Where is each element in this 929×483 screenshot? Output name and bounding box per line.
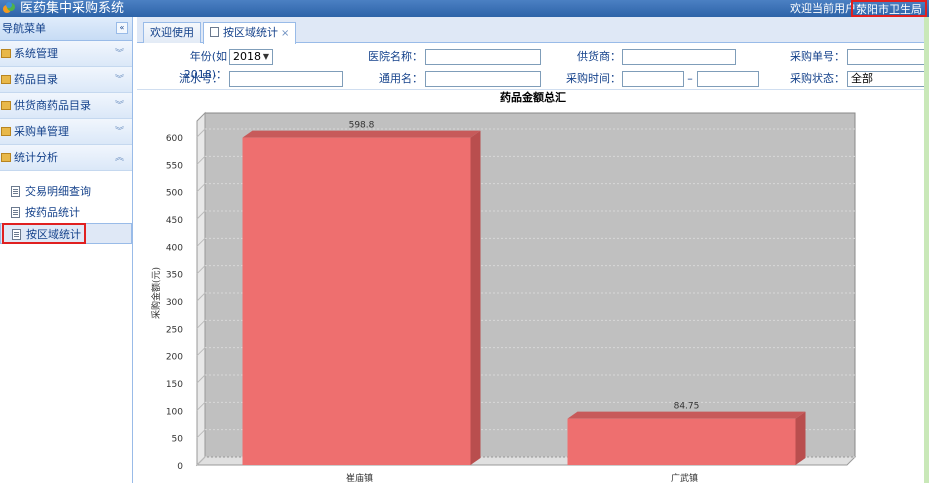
tab-by-region[interactable]: 按区域统计 × [203, 22, 297, 44]
folder-icon [1, 127, 11, 136]
app-logo-icon [3, 2, 15, 13]
app-header: 医药集中采购系统 欢迎当前用户： 荥阳市卫生局 [0, 0, 929, 17]
y-tick-label: 250 [166, 325, 183, 335]
bar [242, 137, 471, 465]
bar-top [242, 130, 481, 138]
purchase-time-label: 采购时间： [566, 72, 621, 85]
right-edge-strip [924, 17, 929, 483]
tab-welcome[interactable]: 欢迎使用 [143, 22, 201, 43]
bar-side [795, 411, 806, 465]
search-form: 年份(如2018)： 2018 医院名称： 供货商： 采购单号： 流水号： 通用… [137, 44, 929, 90]
y-tick-label: 50 [172, 435, 184, 445]
document-icon [12, 229, 21, 240]
generic-name-label: 通用名： [379, 72, 423, 85]
bar-value-label: 598.8 [349, 121, 375, 131]
serial-input[interactable] [229, 71, 343, 87]
y-tick-label: 450 [166, 216, 183, 226]
menu-section-supplier-catalog[interactable]: 供货商药品目录 ︾ [0, 93, 132, 119]
order-no-input[interactable] [847, 49, 929, 65]
menu-section-label: 供货商药品目录 [14, 99, 91, 112]
serial-label: 流水号： [179, 72, 223, 85]
collapse-sidebar-button[interactable]: « [116, 22, 128, 34]
purchase-status-label: 采购状态： [790, 72, 845, 85]
y-tick-label: 600 [166, 134, 183, 144]
tab-label: 欢迎使用 [150, 26, 194, 39]
sidebar-title: 导航菜单 [2, 22, 46, 35]
sidebar-item-by-region[interactable]: 按区域统计 [0, 223, 132, 244]
y-tick-label: 150 [166, 380, 183, 390]
chevron-down-icon: ︾ [114, 75, 124, 85]
tab-label: 按区域统计 [223, 26, 278, 39]
sidebar-item-label: 交易明细查询 [25, 185, 91, 198]
purchase-time-from[interactable] [622, 71, 684, 87]
supplier-label: 供货商： [577, 50, 621, 63]
sidebar-item-label: 按药品统计 [25, 206, 80, 219]
folder-icon [1, 75, 11, 84]
bar-top [567, 411, 806, 419]
menu-section-statistics[interactable]: 统计分析 ︽ [0, 145, 132, 171]
plot-side-wall [196, 111, 206, 467]
folder-icon [1, 153, 11, 162]
y-tick-label: 200 [166, 353, 183, 363]
sidebar-header: 导航菜单 « [0, 17, 132, 41]
tab-bar: 欢迎使用 按区域统计 × [137, 17, 929, 44]
y-tick-label: 300 [166, 298, 183, 308]
y-tick-label: 500 [166, 189, 183, 199]
year-select[interactable]: 2018 [229, 49, 273, 65]
x-tick-label: 广武镇 [671, 472, 698, 483]
bar-side [470, 130, 481, 465]
folder-icon [1, 101, 11, 110]
app-title: 医药集中采购系统 [20, 1, 125, 16]
menu-section-label: 药品目录 [14, 73, 58, 86]
folder-icon [1, 49, 11, 58]
document-icon [11, 207, 20, 218]
chart-container: 0 50 100 150 200 250 300 350 400 450 500 550 600 采购金额… [137, 103, 929, 483]
bar [567, 418, 796, 465]
sidebar-item-label: 按区域统计 [26, 228, 81, 241]
hospital-input[interactable] [425, 49, 541, 65]
statistics-submenu: 交易明细查询 按药品统计 按区域统计 [0, 171, 132, 244]
menu-section-label: 统计分析 [14, 151, 58, 164]
y-axis-label: 采购金额(元) [150, 267, 162, 319]
x-tick-label: 崔庙镇 [346, 472, 373, 483]
y-tick-label: 100 [166, 407, 183, 417]
order-no-label: 采购单号： [790, 50, 845, 63]
y-tick-label: 350 [166, 271, 183, 281]
hospital-label: 医院名称： [368, 50, 423, 63]
bar-chart: 0 50 100 150 200 250 300 350 400 450 500 550 600 采购金额… [150, 111, 857, 483]
chevron-down-icon: ︾ [114, 127, 124, 137]
date-range-separator: – [687, 72, 693, 85]
purchase-status-select[interactable]: 全部 [847, 71, 929, 87]
current-user: 荥阳市卫生局 [851, 0, 927, 17]
chevron-down-icon: ︾ [114, 49, 124, 59]
main-panel: 欢迎使用 按区域统计× 年份(如2018)： 2018 医院名称： 供货商： 采… [137, 17, 929, 483]
close-icon[interactable]: × [281, 28, 289, 39]
y-tick-label: 0 [177, 462, 183, 472]
bar-value-label: 84.75 [674, 402, 700, 412]
menu-section-drug-catalog[interactable]: 药品目录 ︾ [0, 67, 132, 93]
chevron-down-icon: ︾ [114, 101, 124, 111]
sidebar: 导航菜单 « 系统管理 ︾ 药品目录 ︾ 供货商药品目录 ︾ 采购单管理 ︾ 统… [0, 17, 133, 483]
menu-section-system[interactable]: 系统管理 ︾ [0, 41, 132, 67]
y-tick-label: 400 [166, 243, 183, 253]
purchase-time-to[interactable] [697, 71, 759, 87]
y-tick-label: 550 [166, 161, 183, 171]
menu-section-purchase-orders[interactable]: 采购单管理 ︾ [0, 119, 132, 145]
document-icon [210, 27, 219, 37]
menu-section-label: 采购单管理 [14, 125, 69, 138]
generic-name-input[interactable] [425, 71, 541, 87]
menu-section-label: 系统管理 [14, 47, 58, 60]
chevron-up-icon: ︽ [114, 153, 124, 163]
sidebar-item-by-drug[interactable]: 按药品统计 [0, 202, 132, 223]
supplier-input[interactable] [622, 49, 736, 65]
document-icon [11, 186, 20, 197]
sidebar-item-transaction-detail[interactable]: 交易明细查询 [0, 181, 132, 202]
